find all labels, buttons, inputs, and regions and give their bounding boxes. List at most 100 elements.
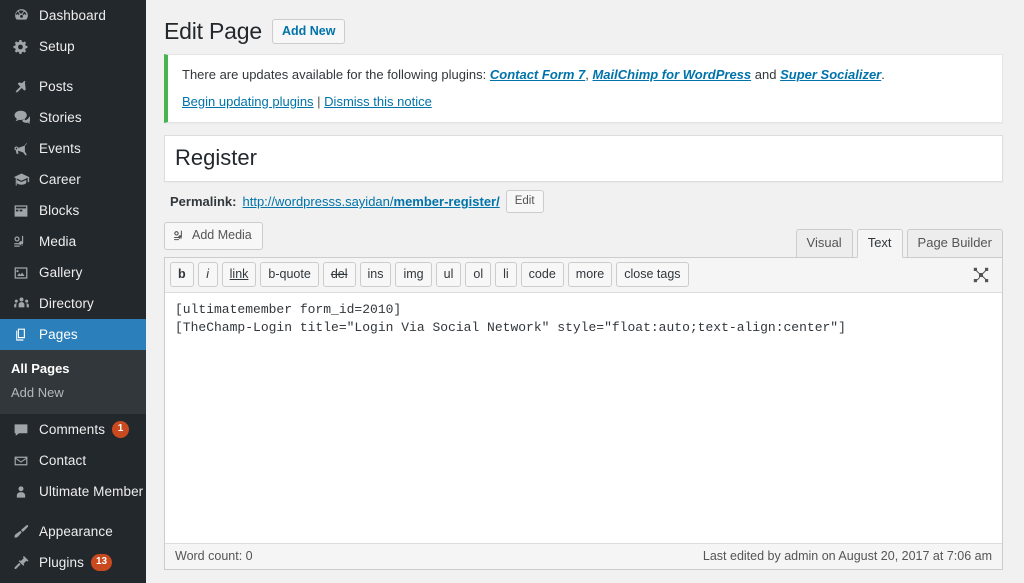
sidebar-item-label: Stories	[39, 109, 82, 125]
comments-icon	[11, 108, 31, 128]
sidebar-item-dashboard[interactable]: Dashboard	[0, 0, 146, 31]
media-icon	[11, 232, 31, 252]
tab-text[interactable]: Text	[856, 229, 903, 258]
sidebar-item-label: Ultimate Member	[39, 483, 144, 499]
sidebar-item-career[interactable]: Career	[0, 164, 146, 195]
graduation-cap-icon	[11, 170, 31, 190]
sidebar-item-label: Plugins	[39, 554, 84, 570]
notice-message: There are updates available for the foll…	[182, 65, 990, 85]
sidebar-item-label: Media	[39, 233, 77, 249]
dismiss-notice-link[interactable]: Dismiss this notice	[324, 94, 432, 109]
plugin-link[interactable]: Super Socializer	[780, 67, 881, 82]
notice-action-separator: |	[313, 93, 325, 109]
dashboard-icon	[11, 6, 31, 26]
quicktag-italic[interactable]: i	[197, 262, 218, 287]
sidebar-item-ultimate-member[interactable]: Ultimate Member	[0, 476, 146, 507]
begin-updating-plugins-link[interactable]: Begin updating plugins	[182, 94, 314, 109]
notice-intro: There are updates available for the foll…	[182, 67, 487, 82]
sidebar-item-label: Comments	[39, 421, 106, 437]
envelope-icon	[11, 451, 31, 471]
editor-text-area[interactable]: [ultimatemember form_id=2010] [TheChamp-…	[165, 293, 1002, 543]
quicktag-code[interactable]: code	[520, 262, 564, 287]
editor-content: [ultimatemember form_id=2010] [TheChamp-…	[175, 302, 846, 335]
permalink-row: Permalink: http://wordpresss.sayidan/mem…	[164, 182, 1003, 222]
admin-sidebar: Dashboard Setup Posts Stories Events Career Bl…	[0, 0, 146, 583]
editor-toolbar-row: Add Media Visual Text Page Builder	[164, 222, 1003, 258]
quicktag-blockquote[interactable]: b-quote	[260, 262, 319, 287]
sidebar-item-label: Setup	[39, 38, 75, 54]
last-edited: Last edited by admin on August 20, 2017 …	[702, 549, 992, 563]
sidebar-item-plugins[interactable]: Plugins 13	[0, 547, 146, 578]
quicktag-del[interactable]: del	[322, 262, 356, 287]
sidebar-item-label: Directory	[39, 295, 94, 311]
page-title: Edit Page	[164, 18, 262, 44]
word-count: Word count: 0	[175, 549, 253, 563]
title-field-container	[164, 135, 1003, 182]
media-icon	[173, 229, 187, 243]
quicktag-ins[interactable]: ins	[359, 262, 392, 287]
fullscreen-icon[interactable]	[969, 264, 993, 286]
sidebar-item-pages[interactable]: Pages	[0, 319, 146, 350]
permalink-base: http://wordpresss.sayidan/	[242, 194, 394, 209]
permalink-link[interactable]: http://wordpresss.sayidan/member-registe…	[242, 194, 499, 209]
plugin-link[interactable]: MailChimp for WordPress	[592, 67, 751, 82]
quicktag-ul[interactable]: ul	[435, 262, 462, 287]
sidebar-item-events[interactable]: Events	[0, 133, 146, 164]
sidebar-item-label: Appearance	[39, 523, 113, 539]
quicktag-link[interactable]: link	[221, 262, 257, 287]
add-media-label: Add Media	[192, 228, 252, 242]
add-new-button[interactable]: Add New	[271, 19, 346, 44]
user-icon	[11, 482, 31, 502]
sidebar-item-label: Dashboard	[39, 7, 106, 23]
sidebar-item-appearance[interactable]: Appearance	[0, 516, 146, 547]
quicktag-bold[interactable]: b	[170, 262, 194, 287]
notice-plugin-links: Contact Form 7, MailChimp for WordPress …	[489, 67, 885, 82]
editor-status-bar: Word count: 0 Last edited by admin on Au…	[165, 543, 1002, 569]
quicktag-more[interactable]: more	[567, 262, 613, 287]
editor-wrapper: Add Media Visual Text Page Builder b i link b…	[164, 222, 1003, 570]
submenu-item-all-pages[interactable]: All Pages	[0, 357, 146, 381]
add-media-button[interactable]: Add Media	[164, 222, 263, 250]
sidebar-item-setup[interactable]: Setup	[0, 31, 146, 62]
permalink-label: Permalink:	[170, 194, 237, 209]
sidebar-item-stories[interactable]: Stories	[0, 102, 146, 133]
comment-bubble-icon	[11, 420, 31, 440]
plugin-link[interactable]: Contact Form 7	[490, 67, 585, 82]
sidebar-item-comments[interactable]: Comments 1	[0, 414, 146, 445]
pin-icon	[11, 77, 31, 97]
editor-container: b i link b-quote del ins img ul ol li code more clos…	[164, 257, 1003, 570]
quicktags-toolbar: b i link b-quote del ins img ul ol li code more clos…	[165, 258, 1002, 293]
page-header: Edit Page Add New	[164, 8, 1003, 50]
quicktag-ol[interactable]: ol	[465, 262, 492, 287]
sidebar-item-label: Contact	[39, 452, 87, 468]
sidebar-submenu: All Pages Add New	[0, 350, 146, 414]
submenu-item-add-new[interactable]: Add New	[0, 381, 146, 405]
sidebar-item-label: Gallery	[39, 264, 83, 280]
sidebar-item-gallery[interactable]: Gallery	[0, 257, 146, 288]
edit-permalink-button[interactable]: Edit	[505, 190, 544, 213]
sidebar-separator	[0, 62, 146, 71]
groups-icon	[11, 294, 31, 314]
sidebar-item-label: Blocks	[39, 202, 80, 218]
sidebar-item-media[interactable]: Media	[0, 226, 146, 257]
tab-page-builder[interactable]: Page Builder	[906, 229, 1003, 258]
quicktag-img[interactable]: img	[395, 262, 432, 287]
content-wrap: Edit Page Add New There are updates avai…	[146, 0, 1024, 570]
plugin-update-notice: There are updates available for the foll…	[164, 54, 1003, 123]
tab-visual[interactable]: Visual	[795, 229, 853, 258]
admin-content: Edit Page Add New There are updates avai…	[146, 0, 1024, 583]
quicktag-close-tags[interactable]: close tags	[616, 262, 689, 287]
sidebar-item-blocks[interactable]: Blocks	[0, 195, 146, 226]
permalink-slug: member-register/	[393, 194, 500, 209]
sidebar-item-label: Career	[39, 171, 81, 187]
sidebar-item-directory[interactable]: Directory	[0, 288, 146, 319]
megaphone-icon	[11, 139, 31, 159]
post-title-input[interactable]	[175, 141, 992, 175]
admin-screen: Dashboard Setup Posts Stories Events Career Bl…	[0, 0, 1024, 583]
notice-actions: Begin updating plugins | Dismiss this no…	[182, 92, 990, 112]
sidebar-item-posts[interactable]: Posts	[0, 71, 146, 102]
quicktag-li[interactable]: li	[495, 262, 517, 287]
brush-icon	[11, 522, 31, 542]
grid-icon	[11, 201, 31, 221]
sidebar-item-contact[interactable]: Contact	[0, 445, 146, 476]
